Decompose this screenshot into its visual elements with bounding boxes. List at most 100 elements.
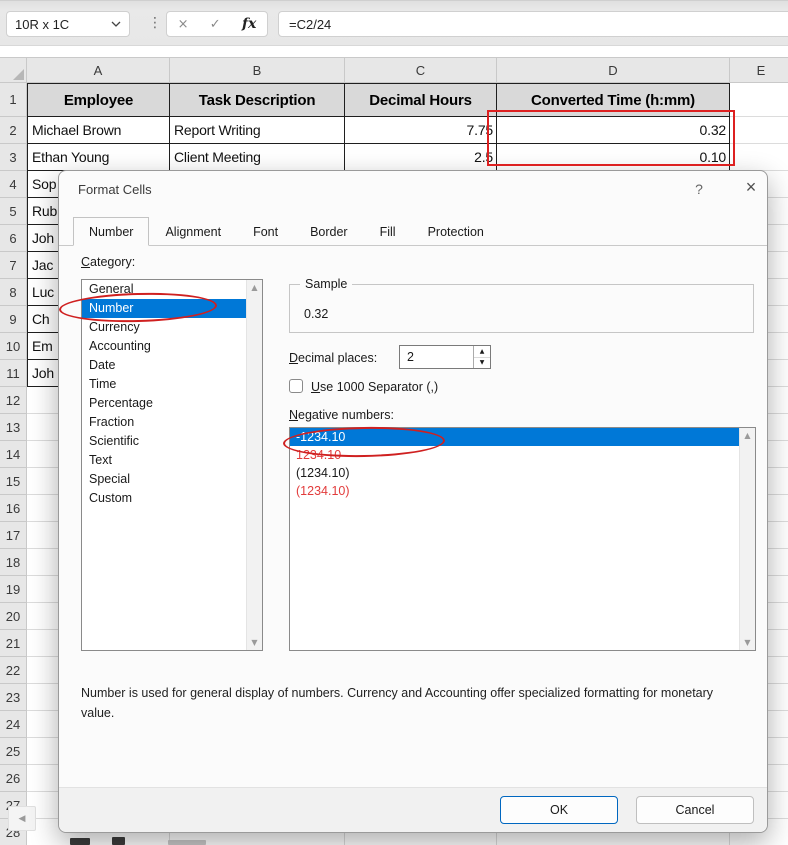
row-header-8[interactable]: 8	[0, 279, 27, 306]
category-custom[interactable]: Custom	[82, 489, 262, 508]
row-header-15[interactable]: 15	[0, 468, 27, 495]
cell-B3[interactable]: Client Meeting	[170, 144, 345, 171]
tab-alignment[interactable]: Alignment	[149, 219, 237, 246]
formula-bar: 10R x 1C ⋮ × ✓ fx =C2/24	[0, 0, 788, 46]
row-header-9[interactable]: 9	[0, 306, 27, 333]
ok-button[interactable]: OK	[500, 796, 618, 824]
decimal-places-stepper[interactable]: 2 ▲ ▼	[399, 345, 491, 369]
use-1000-separator-label: Use 1000 Separator (,)	[311, 380, 438, 395]
category-accounting[interactable]: Accounting	[82, 337, 262, 356]
category-currency[interactable]: Currency	[82, 318, 262, 337]
category-fraction[interactable]: Fraction	[82, 413, 262, 432]
row-header-11[interactable]: 11	[0, 360, 27, 387]
negative-format-option-2[interactable]: 1234.10	[290, 446, 755, 464]
row-header-21[interactable]: 21	[0, 630, 27, 657]
cell-D1[interactable]: Converted Time (h:mm)	[497, 83, 730, 117]
column-header-C[interactable]: C	[345, 57, 497, 83]
scroll-down-icon[interactable]: ▼	[251, 638, 257, 647]
chevron-down-icon[interactable]	[111, 21, 121, 27]
formula-input[interactable]: =C2/24	[278, 11, 788, 37]
row-header-5[interactable]: 5	[0, 198, 27, 225]
use-1000-separator-checkbox[interactable]	[289, 379, 303, 393]
select-all-corner[interactable]	[0, 57, 27, 83]
row-header-7[interactable]: 7	[0, 252, 27, 279]
cell-B1[interactable]: Task Description	[170, 83, 345, 117]
category-scientific[interactable]: Scientific	[82, 432, 262, 451]
category-time[interactable]: Time	[82, 375, 262, 394]
column-header-D[interactable]: D	[497, 57, 730, 83]
cell-E3[interactable]	[730, 144, 788, 171]
column-header-A[interactable]: A	[27, 57, 170, 83]
cell-A1[interactable]: Employee	[27, 83, 170, 117]
row-header-13[interactable]: 13	[0, 414, 27, 441]
category-text[interactable]: Text	[82, 451, 262, 470]
row-header-19[interactable]: 19	[0, 576, 27, 603]
enter-icon[interactable]: ✓	[210, 17, 221, 32]
insert-function-icon[interactable]: fx	[242, 16, 256, 32]
row-header-10[interactable]: 10	[0, 333, 27, 360]
row-header-6[interactable]: 6	[0, 225, 27, 252]
row-header-18[interactable]: 18	[0, 549, 27, 576]
category-listbox[interactable]: GeneralNumberCurrencyAccountingDateTimeP…	[81, 279, 263, 651]
category-percentage[interactable]: Percentage	[82, 394, 262, 413]
category-date[interactable]: Date	[82, 356, 262, 375]
cell-D2[interactable]: 0.32	[497, 117, 730, 144]
cell-E2[interactable]	[730, 117, 788, 144]
column-header-E[interactable]: E	[730, 57, 788, 83]
negative-format-option-4[interactable]: (1234.10)	[290, 482, 755, 500]
cell-A2[interactable]: Michael Brown	[27, 117, 170, 144]
row-header-4[interactable]: 4	[0, 171, 27, 198]
negative-format-option-3[interactable]: (1234.10)	[290, 464, 755, 482]
negative-format-option-1[interactable]: -1234.10	[290, 428, 755, 446]
row-header-24[interactable]: 24	[0, 711, 27, 738]
scroll-up-icon[interactable]: ▲	[744, 431, 750, 440]
row-header-22[interactable]: 22	[0, 657, 27, 684]
cell-C1[interactable]: Decimal Hours	[345, 83, 497, 117]
column-header-B[interactable]: B	[170, 57, 345, 83]
category-scrollbar[interactable]: ▲ ▼	[246, 280, 262, 650]
cell-A3[interactable]: Ethan Young	[27, 144, 170, 171]
tab-fill[interactable]: Fill	[364, 219, 412, 246]
row-header-26[interactable]: 26	[0, 765, 27, 792]
category-general[interactable]: General	[82, 280, 262, 299]
tab-protection[interactable]: Protection	[412, 219, 500, 246]
cancel-icon[interactable]: ×	[178, 17, 189, 32]
row-header-2[interactable]: 2	[0, 117, 27, 144]
dialog-footer: OK Cancel	[59, 787, 767, 832]
category-special[interactable]: Special	[82, 470, 262, 489]
name-box[interactable]: 10R x 1C	[6, 11, 130, 37]
tab-number[interactable]: Number	[73, 217, 149, 246]
negative-numbers-scrollbar[interactable]: ▲ ▼	[739, 428, 755, 650]
spin-up-icon[interactable]: ▲	[474, 346, 490, 358]
row-header-17[interactable]: 17	[0, 522, 27, 549]
row-header-23[interactable]: 23	[0, 684, 27, 711]
tab-border[interactable]: Border	[294, 219, 364, 246]
tab-font[interactable]: Font	[237, 219, 294, 246]
cell-C3[interactable]: 2.5	[345, 144, 497, 171]
row-header-16[interactable]: 16	[0, 495, 27, 522]
status-bar-icon	[70, 838, 90, 845]
row-header-20[interactable]: 20	[0, 603, 27, 630]
category-number[interactable]: Number	[82, 299, 262, 318]
drag-handle-icon: ⋮	[148, 15, 162, 31]
row-header-3[interactable]: 3	[0, 144, 27, 171]
help-button[interactable]: ?	[687, 181, 711, 197]
sample-groupbox: Sample 0.32	[289, 284, 754, 333]
cancel-button[interactable]: Cancel	[636, 796, 754, 824]
scroll-down-icon[interactable]: ▼	[744, 638, 750, 647]
row-header-1[interactable]: 1	[0, 83, 27, 117]
row-header-12[interactable]: 12	[0, 387, 27, 414]
cell-C2[interactable]: 7.75	[345, 117, 497, 144]
spin-down-icon[interactable]: ▼	[474, 358, 490, 369]
cell-B2[interactable]: Report Writing	[170, 117, 345, 144]
formula-buttons: × ✓ fx	[166, 11, 268, 37]
negative-numbers-listbox[interactable]: -1234.101234.10(1234.10)(1234.10) ▲ ▼	[289, 427, 756, 651]
row-header-14[interactable]: 14	[0, 441, 27, 468]
cell-D3[interactable]: 0.10	[497, 144, 730, 171]
close-icon[interactable]: ×	[737, 177, 765, 198]
row-header-25[interactable]: 25	[0, 738, 27, 765]
scroll-up-icon[interactable]: ▲	[251, 283, 257, 292]
sample-label: Sample	[300, 277, 352, 291]
cell-E1[interactable]	[730, 83, 788, 117]
horizontal-scroll-left-button[interactable]: ◀	[8, 806, 36, 831]
